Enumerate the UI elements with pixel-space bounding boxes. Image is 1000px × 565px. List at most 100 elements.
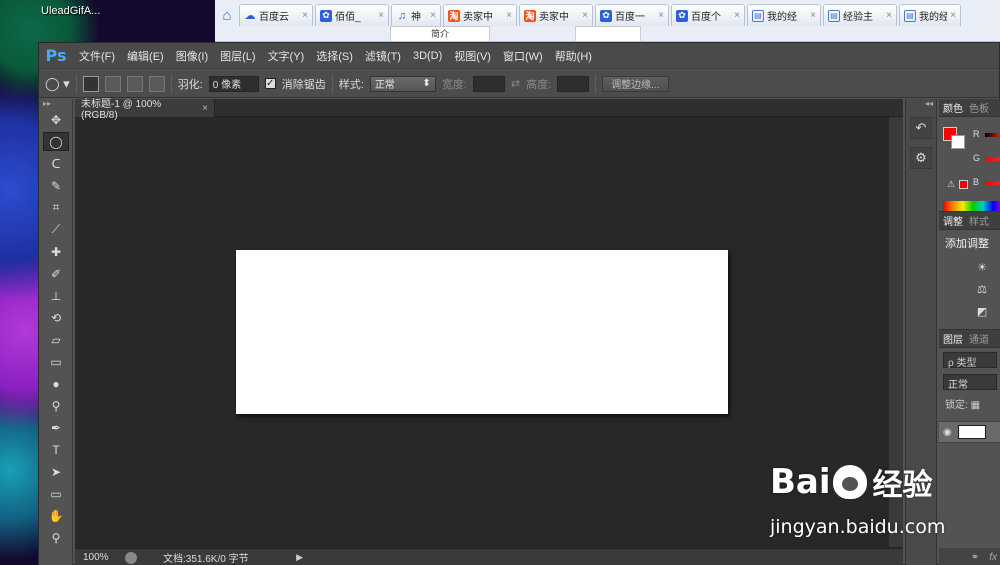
link-layers-icon[interactable]: ⚭ <box>971 552 979 563</box>
menu-file[interactable]: 文件(F) <box>73 48 121 64</box>
tab-styles[interactable]: 样式 <box>969 213 989 228</box>
color-balance-icon[interactable]: ⚖ <box>975 282 989 296</box>
properties-panel-icon[interactable]: ⚙ <box>910 147 932 169</box>
close-icon[interactable]: × <box>582 10 588 21</box>
close-icon[interactable]: × <box>734 10 740 21</box>
history-panel-icon[interactable]: ↶ <box>910 117 932 139</box>
lock-transparent-icon[interactable]: ▦ <box>971 400 980 411</box>
channel-r-slider[interactable] <box>985 133 1000 137</box>
clone-stamp-tool-icon[interactable]: ⊥ <box>43 286 69 305</box>
eraser-tool-icon[interactable]: ▱ <box>43 330 69 349</box>
pen-tool-icon[interactable]: ✒ <box>43 418 69 437</box>
tab-channels[interactable]: 通道 <box>969 331 989 346</box>
menu-help[interactable]: 帮助(H) <box>549 48 598 64</box>
gradient-tool-icon[interactable]: ▭ <box>43 352 69 371</box>
quick-selection-tool-icon[interactable]: ✎ <box>43 176 69 195</box>
lasso-tool-icon[interactable]: ᑕ <box>43 154 69 173</box>
close-icon[interactable]: × <box>810 10 816 21</box>
close-icon[interactable]: × <box>950 10 956 21</box>
fx-icon[interactable]: fx <box>989 552 997 563</box>
tab-layers[interactable]: 图层 <box>943 331 963 346</box>
color-spectrum-bar[interactable] <box>943 201 1000 211</box>
brush-tool-icon[interactable]: ✐ <box>43 264 69 283</box>
menu-type[interactable]: 文字(Y) <box>262 48 311 64</box>
channel-b-slider[interactable] <box>985 181 1000 185</box>
swap-icon[interactable]: ⇄ <box>511 77 520 90</box>
close-icon[interactable]: × <box>658 10 664 21</box>
history-brush-tool-icon[interactable]: ⟲ <box>43 308 69 327</box>
document-tab[interactable]: 未标题-1 @ 100%(RGB/8) × <box>75 99 215 121</box>
gamut-warning-swatch[interactable] <box>959 180 968 189</box>
dodge-tool-icon[interactable]: ⚲ <box>43 396 69 415</box>
tab-swatches[interactable]: 色板 <box>969 100 989 115</box>
menu-3d[interactable]: 3D(D) <box>407 50 448 62</box>
browser-tab[interactable]: ▤ 经验主 × <box>823 4 897 26</box>
antialias-checkbox[interactable]: ✓ <box>264 78 276 89</box>
layer-filter-select[interactable]: ρ 类型 <box>943 352 997 369</box>
browser-tab[interactable]: ▤ 我的经 × <box>899 4 961 26</box>
status-icon[interactable] <box>125 551 137 564</box>
channel-g-slider[interactable] <box>985 157 1000 161</box>
new-selection-button[interactable] <box>82 75 99 92</box>
eye-icon[interactable]: ◉ <box>943 427 952 438</box>
elliptical-marquee-preset-icon[interactable]: ◯ ▾ <box>45 76 70 92</box>
blend-mode-select[interactable]: 正常 <box>943 374 997 391</box>
close-icon[interactable]: × <box>886 10 892 21</box>
subtract-from-selection-button[interactable] <box>126 75 143 92</box>
browser-tab[interactable]: ✿ 百度一 × <box>595 4 669 26</box>
color-panel-tabs: 颜色 色板 <box>939 99 1000 117</box>
tab-color[interactable]: 颜色 <box>943 100 963 115</box>
photo-filter-icon[interactable]: ◩ <box>975 304 989 318</box>
browser-tab[interactable]: ▤ 我的经 × <box>747 4 821 26</box>
browser-tab[interactable]: ✿ 佰佰_ × <box>315 4 389 26</box>
document-canvas[interactable] <box>236 250 728 414</box>
refine-edge-button[interactable]: 调整边缘... <box>602 75 669 92</box>
menu-layer[interactable]: 图层(L) <box>214 48 261 64</box>
close-icon[interactable]: × <box>430 10 436 21</box>
zoom-tool-icon[interactable]: ⚲ <box>43 528 69 547</box>
menu-edit[interactable]: 编辑(E) <box>121 48 170 64</box>
browser-tab[interactable]: 淘 卖家中 × <box>519 4 593 26</box>
collapse-icon[interactable]: ◂◂ <box>906 99 936 109</box>
intersect-selection-button[interactable] <box>148 75 165 92</box>
close-icon[interactable]: × <box>202 103 208 114</box>
healing-brush-tool-icon[interactable]: ✚ <box>43 242 69 261</box>
width-input[interactable] <box>472 75 505 92</box>
type-tool-icon[interactable]: T <box>43 440 69 459</box>
height-input[interactable] <box>557 75 590 92</box>
page-content-snippet: 简介 <box>390 26 490 42</box>
elliptical-marquee-tool-icon[interactable]: ◯ <box>43 132 69 151</box>
background-color-swatch[interactable] <box>951 135 965 149</box>
feather-input[interactable] <box>208 75 259 92</box>
home-icon[interactable]: ⌂ <box>215 4 239 26</box>
arrow-right-icon[interactable]: ▶ <box>296 552 303 563</box>
menu-filter[interactable]: 滤镜(T) <box>359 48 407 64</box>
zoom-level[interactable]: 100% <box>83 552 115 563</box>
blur-tool-icon[interactable]: ● <box>43 374 69 393</box>
add-to-selection-button[interactable] <box>104 75 121 92</box>
toolbox-grip[interactable]: ▸▸ <box>39 99 72 109</box>
desktop-shortcut-label[interactable]: UleadGifA... <box>41 5 100 17</box>
move-tool-icon[interactable]: ✥ <box>43 110 69 129</box>
path-selection-tool-icon[interactable]: ➤ <box>43 462 69 481</box>
menu-view[interactable]: 视图(V) <box>448 48 497 64</box>
tab-adjustments[interactable]: 调整 <box>943 213 963 228</box>
toolbox: ▸▸ ✥ ◯ ᑕ ✎ ⌗ ⟋ ✚ ✐ ⊥ ⟲ ▱ ▭ ● ⚲ ✒ T ➤ ▭ ✋… <box>39 99 73 565</box>
crop-tool-icon[interactable]: ⌗ <box>43 198 69 217</box>
menu-image[interactable]: 图像(I) <box>170 48 214 64</box>
close-icon[interactable]: × <box>378 10 384 21</box>
browser-tab[interactable]: 淘 卖家中 × <box>443 4 517 26</box>
rectangle-tool-icon[interactable]: ▭ <box>43 484 69 503</box>
menu-window[interactable]: 窗口(W) <box>497 48 549 64</box>
brightness-icon[interactable]: ☀ <box>975 260 989 274</box>
browser-tab[interactable]: ✿ 百度个 × <box>671 4 745 26</box>
close-icon[interactable]: × <box>506 10 512 21</box>
menu-select[interactable]: 选择(S) <box>310 48 359 64</box>
layer-row[interactable]: ◉ <box>939 421 1000 443</box>
browser-tab[interactable]: ☁ 百度云 × <box>239 4 313 26</box>
hand-tool-icon[interactable]: ✋ <box>43 506 69 525</box>
close-icon[interactable]: × <box>302 10 308 21</box>
eyedropper-tool-icon[interactable]: ⟋ <box>43 220 69 239</box>
browser-tab[interactable]: ♫ 神 × <box>391 4 441 26</box>
style-select[interactable]: 正常 ⬍ <box>369 75 436 92</box>
